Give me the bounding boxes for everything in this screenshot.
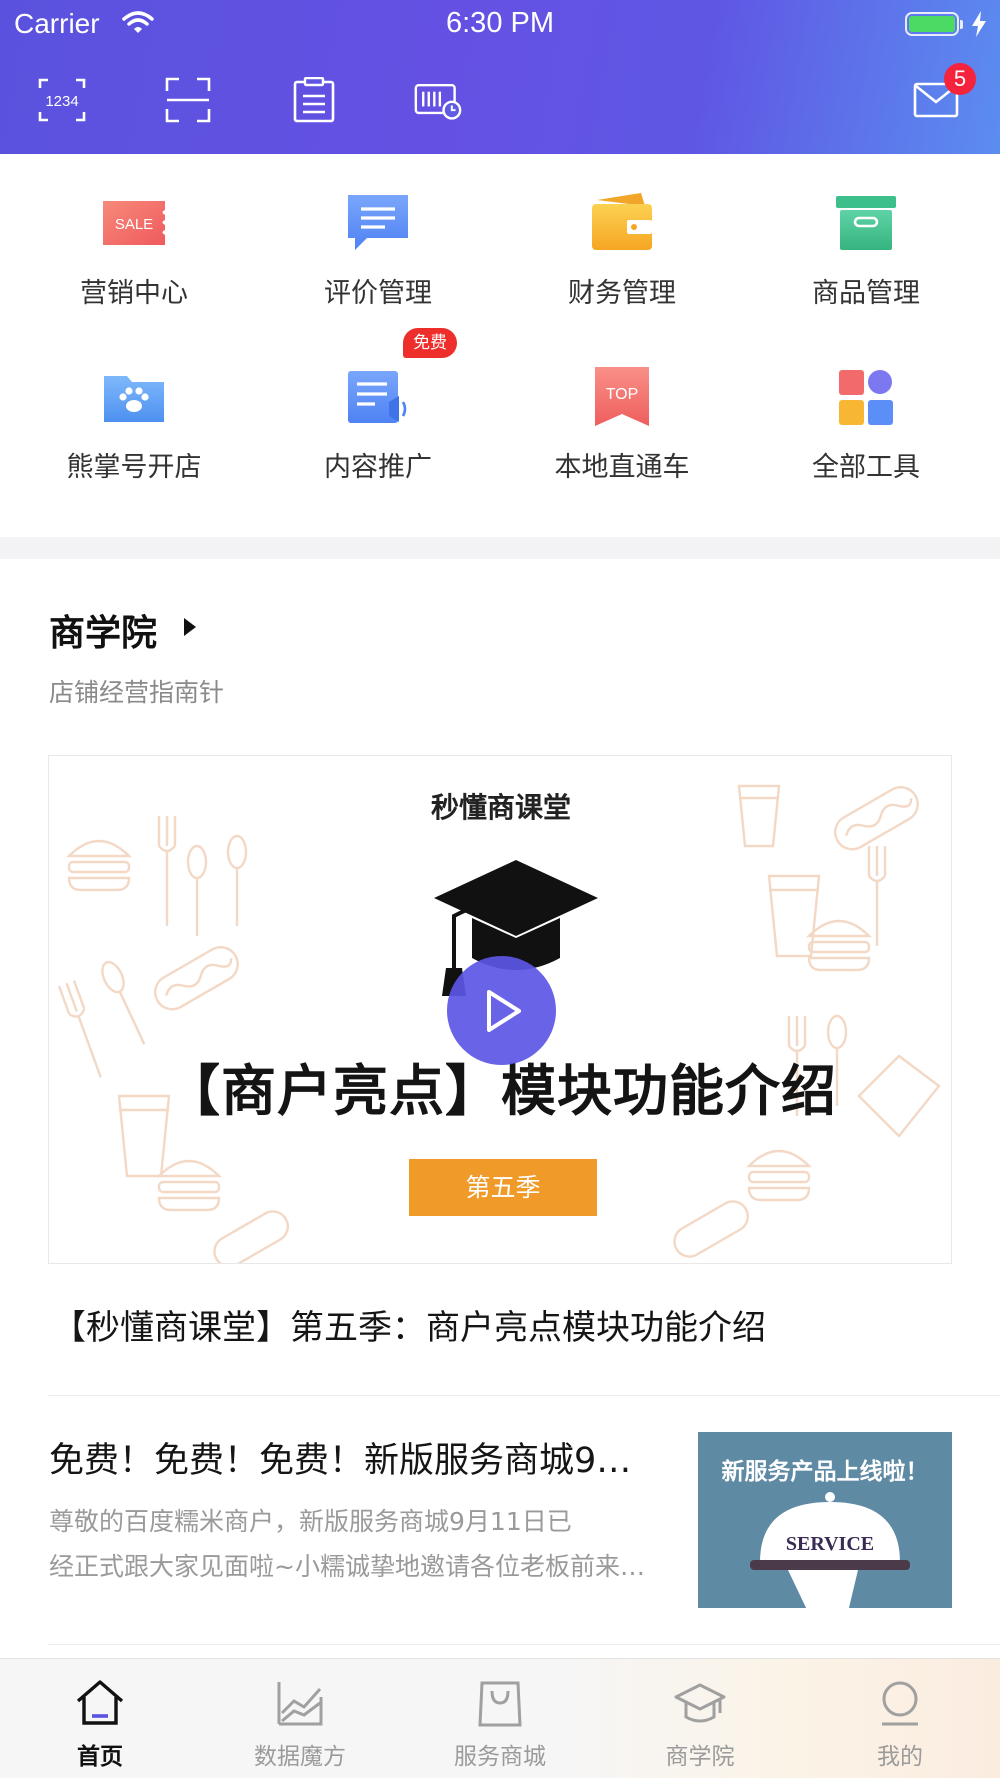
thumbnail-title: 新服务产品上线啦！ [721, 1459, 929, 1485]
grid-item-finance[interactable]: 财务管理 [497, 154, 747, 324]
service-cloche-illustration: SERVICE [750, 1492, 910, 1608]
academy-subtitle: 店铺经营指南针 [49, 678, 225, 707]
tab-home[interactable]: 首页 [0, 1659, 200, 1778]
grid-item-reviews[interactable]: 评价管理 [253, 154, 503, 324]
season-tag: 第五季 [409, 1159, 597, 1216]
grid-label-products: 商品管理 [812, 278, 920, 309]
number-code-icon: 1234 [38, 78, 86, 122]
grid-label-all-tools: 全部工具 [812, 452, 920, 483]
tab-academy[interactable]: 商学院 [600, 1659, 800, 1778]
feature-grid: SALE 营销中心 评价管理 财务管理 商品管理 熊掌号开店 免费 内容推广 T… [0, 154, 1000, 537]
grid-item-paw-store[interactable]: 熊掌号开店 [9, 328, 259, 498]
tab-data[interactable]: 数据魔方 [200, 1659, 400, 1778]
academy-title[interactable]: 商学院 [49, 604, 157, 656]
bottom-tab-bar: 首页 数据魔方 服务商城 商学院 我的 [0, 1658, 1000, 1778]
all-tools-icon [839, 370, 893, 425]
comment-icon [348, 195, 408, 250]
data-chart-icon [277, 1682, 323, 1726]
grid-label-marketing: 营销中心 [80, 278, 188, 309]
order-list-button[interactable] [290, 76, 338, 124]
content-promo-icon [348, 371, 407, 423]
barcode-clock-button[interactable] [414, 76, 462, 124]
section-divider [0, 537, 1000, 559]
number-code-button[interactable]: 1234 [38, 76, 86, 124]
list-separator [48, 1644, 1000, 1645]
tab-label-profile: 我的 [877, 1744, 923, 1770]
article-thumbnail: 新服务产品上线啦！ SERVICE [698, 1432, 952, 1608]
battery-icon [905, 12, 963, 36]
charging-bolt-icon [972, 11, 986, 37]
shopping-bag-icon [478, 1681, 522, 1727]
article-item[interactable]: 免费！免费！免费！新版服务商城9月11日已经正式上线 尊敬的百度糯米商户，新版服… [0, 1396, 1000, 1644]
grid-item-local-express[interactable]: TOP 本地直通车 [497, 328, 747, 498]
academy-arrow-icon[interactable] [184, 618, 196, 636]
grid-label-paw-store: 熊掌号开店 [66, 452, 202, 483]
tab-label-academy: 商学院 [665, 1744, 735, 1770]
scan-icon [165, 77, 211, 123]
svg-text:SERVICE: SERVICE [786, 1533, 874, 1555]
article-title: 免费！免费！免费！新版服务商城9月11日已经正式上线 [49, 1441, 659, 1481]
article-desc-line1: 尊敬的百度糯米商户，新版服务商城9月11日已 [49, 1507, 572, 1536]
message-count-badge: 5 [944, 63, 976, 95]
wallet-icon [592, 193, 652, 250]
profile-icon [882, 1681, 918, 1726]
svg-text:SALE: SALE [115, 216, 153, 233]
grid-item-content-promo[interactable]: 免费 内容推广 [253, 328, 503, 498]
grid-label-local-express: 本地直通车 [554, 452, 690, 483]
academy-video[interactable]: 秒懂商课堂 【商户亮点】模块功能介绍 第五季 [48, 755, 952, 1264]
messages-button[interactable]: 5 [912, 63, 976, 124]
grid-label-finance: 财务管理 [568, 278, 676, 309]
tab-label-home: 首页 [77, 1744, 123, 1770]
tab-profile[interactable]: 我的 [800, 1659, 1000, 1778]
clock: 6:30 PM [446, 7, 554, 39]
svg-text:TOP: TOP [606, 386, 639, 403]
top-header: Carrier 6:30 PM 1234 5 [0, 0, 1000, 154]
play-icon [486, 989, 521, 1032]
svg-text:1234: 1234 [45, 93, 78, 110]
article-description: 尊敬的百度糯米商户，新版服务商城9月11日已 经正式跟大家见面啦~小糯诚挚地邀请… [49, 1499, 669, 1589]
grid-label-content-promo: 内容推广 [324, 452, 432, 483]
barcode-clock-icon [414, 84, 462, 120]
grid-label-reviews: 评价管理 [324, 278, 432, 309]
poster-title: 秒懂商课堂 [430, 791, 571, 824]
sale-ticket-icon: SALE [103, 201, 165, 245]
scan-button[interactable] [164, 76, 212, 124]
article-desc-line2: 经正式跟大家见面啦~小糯诚挚地邀请各位老板前来体验 [49, 1552, 669, 1581]
tab-label-service-mall: 服务商城 [454, 1744, 546, 1770]
grid-item-marketing[interactable]: SALE 营销中心 [9, 154, 259, 324]
home-icon [76, 1680, 124, 1725]
order-list-icon [293, 77, 335, 123]
free-badge: 免费 [403, 328, 457, 358]
paw-folder-icon [104, 376, 164, 422]
grid-item-all-tools[interactable]: 全部工具 [741, 328, 991, 498]
tab-service-mall[interactable]: 服务商城 [400, 1659, 600, 1778]
product-box-icon [836, 196, 896, 250]
status-bar: Carrier 6:30 PM [0, 0, 1000, 50]
grid-item-products[interactable]: 商品管理 [741, 154, 991, 324]
top-bookmark-icon: TOP [595, 367, 649, 426]
tab-label-data: 数据魔方 [254, 1744, 346, 1770]
graduation-cap-icon [674, 1683, 726, 1723]
play-button[interactable] [447, 956, 556, 1065]
video-caption[interactable]: 【秒懂商课堂】第五季：商户亮点模块功能介绍 [52, 1300, 766, 1349]
